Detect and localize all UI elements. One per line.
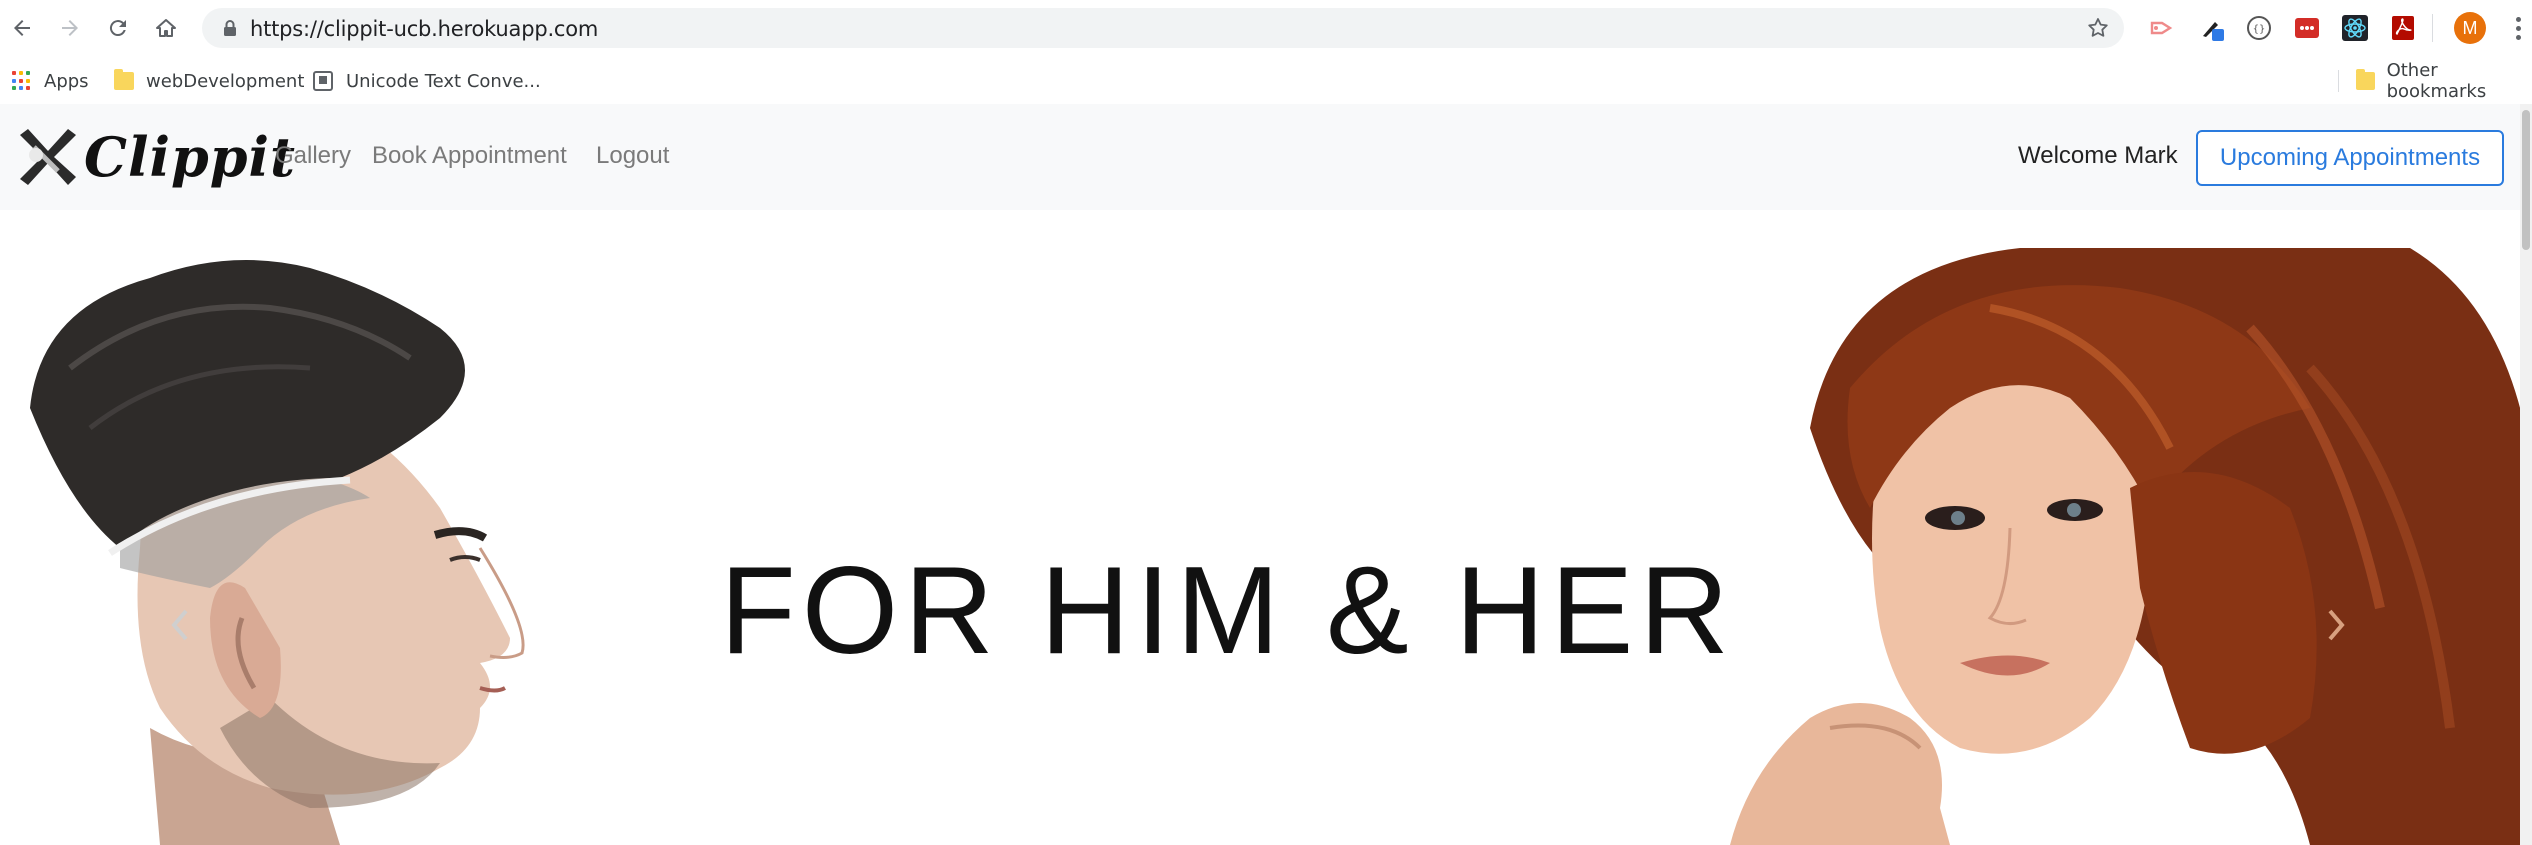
arrow-right-icon: [62, 20, 78, 36]
reload-icon: [109, 20, 126, 37]
carousel-next-button[interactable]: [2316, 600, 2356, 650]
welcome-text: Welcome Mark: [2018, 142, 2178, 169]
nav-link-gallery[interactable]: Gallery: [275, 142, 351, 170]
bookmarks-bar: Apps webDevelopment Unicode Text Conve..…: [0, 58, 2532, 104]
nav-link-logout[interactable]: Logout: [596, 142, 669, 170]
woman-bob-haircut-image: [1730, 248, 2532, 845]
hero-headline: FOR HIM & HER: [720, 542, 1735, 680]
forward-button[interactable]: [54, 12, 86, 44]
extension-lastpass-icon[interactable]: [2292, 13, 2322, 43]
profile-avatar[interactable]: M: [2454, 12, 2486, 44]
extension-react-devtools-icon[interactable]: [2340, 13, 2370, 43]
address-bar[interactable]: https://clippit-ucb.herokuapp.com: [202, 8, 2124, 48]
page-icon: [313, 71, 333, 91]
apps-grid-icon: [12, 71, 32, 91]
bookmark-label: Other bookmarks: [2386, 60, 2487, 102]
browser-menu-icon[interactable]: [2508, 12, 2528, 44]
scissors-logo-icon: [20, 129, 76, 185]
hero-carousel: FOR HIM & HER: [0, 248, 2532, 845]
lock-icon: [224, 20, 236, 36]
bookmark-webdevelopment[interactable]: webDevelopment: [114, 66, 304, 96]
brand-logo[interactable]: Clippit: [14, 122, 296, 192]
bookmark-label: Unicode Text Conve...: [346, 70, 541, 92]
bookmark-apps[interactable]: Apps: [12, 66, 89, 96]
url-text: https://clippit-ucb.herokuapp.com: [250, 17, 599, 41]
man-haircut-image: [30, 260, 525, 845]
brand-name: Clippit: [84, 125, 296, 189]
toolbar-divider: [2432, 14, 2433, 42]
bookmark-unicode-text-converter[interactable]: Unicode Text Conve...: [312, 66, 541, 96]
chevron-right-icon: [2328, 609, 2345, 641]
back-button[interactable]: [6, 12, 38, 44]
scrollbar-thumb[interactable]: [2522, 110, 2530, 250]
upcoming-appointments-button[interactable]: Upcoming Appointments: [2196, 130, 2504, 186]
chevron-left-icon: [171, 609, 188, 641]
svg-text:{}: {}: [2253, 24, 2266, 35]
arrow-left-icon: [14, 20, 30, 36]
bookmark-other-bookmarks[interactable]: Other bookmarks: [2356, 60, 2532, 102]
bookmark-label: webDevelopment: [146, 70, 305, 92]
extension-cast-icon[interactable]: [2146, 13, 2176, 43]
folder-icon: [114, 69, 134, 90]
site-navbar: Clippit Gallery Book Appointment Logout …: [0, 104, 2532, 210]
home-icon: [156, 19, 176, 37]
nav-link-book-appointment[interactable]: Book Appointment: [372, 142, 567, 170]
folder-icon: [2356, 69, 2375, 90]
bookmarks-divider: [2338, 70, 2339, 92]
extension-json-icon[interactable]: {}: [2244, 13, 2274, 43]
carousel-prev-button[interactable]: [160, 600, 200, 650]
home-button[interactable]: [150, 12, 182, 44]
bookmark-star-icon[interactable]: [2086, 16, 2110, 40]
bookmark-label: Apps: [44, 70, 89, 92]
extension-pdf-icon[interactable]: [2388, 13, 2418, 43]
browser-toolbar: https://clippit-ucb.herokuapp.com {} M: [0, 0, 2532, 58]
extension-colorpicker-icon[interactable]: [2196, 13, 2226, 43]
page-scrollbar[interactable]: [2520, 104, 2532, 845]
reload-button[interactable]: [102, 12, 134, 44]
